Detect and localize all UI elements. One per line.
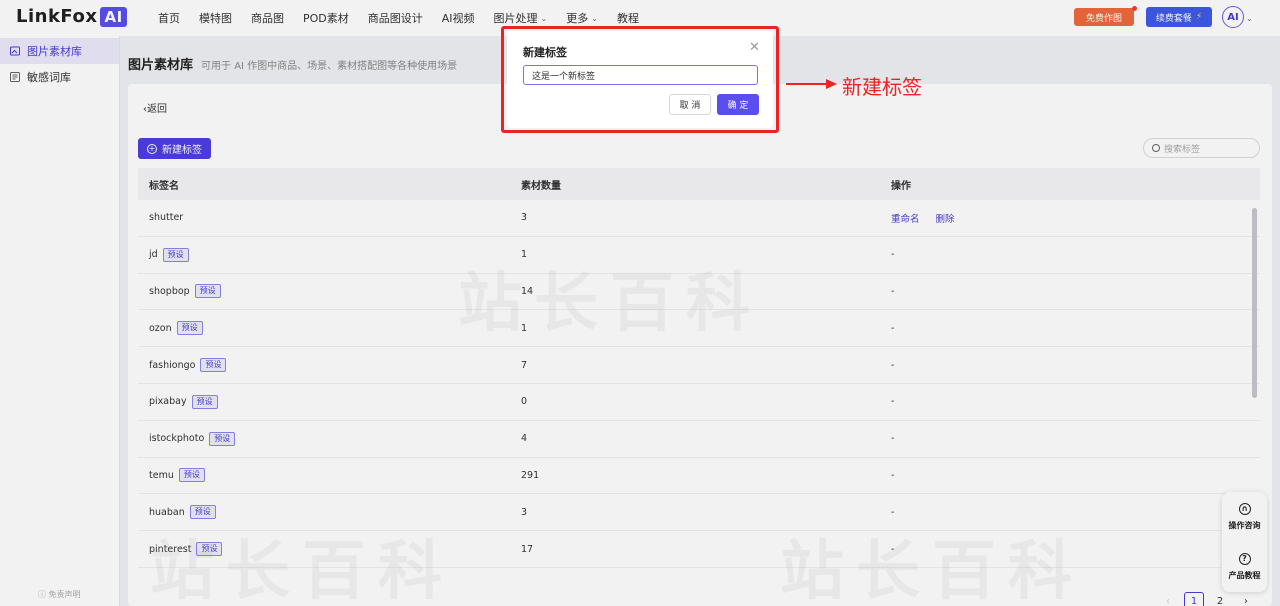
tag-name-input[interactable] [523, 65, 758, 85]
confirm-button[interactable]: 确 定 [717, 94, 759, 115]
new-tag-dialog: 新建标签 ✕ 取 消 确 定 [507, 31, 773, 128]
annotation-arrow-icon [786, 79, 837, 89]
annotation-label: 新建标签 [842, 75, 922, 99]
cancel-button[interactable]: 取 消 [669, 94, 711, 115]
close-icon[interactable]: ✕ [749, 40, 760, 55]
dialog-title: 新建标签 [523, 46, 567, 59]
